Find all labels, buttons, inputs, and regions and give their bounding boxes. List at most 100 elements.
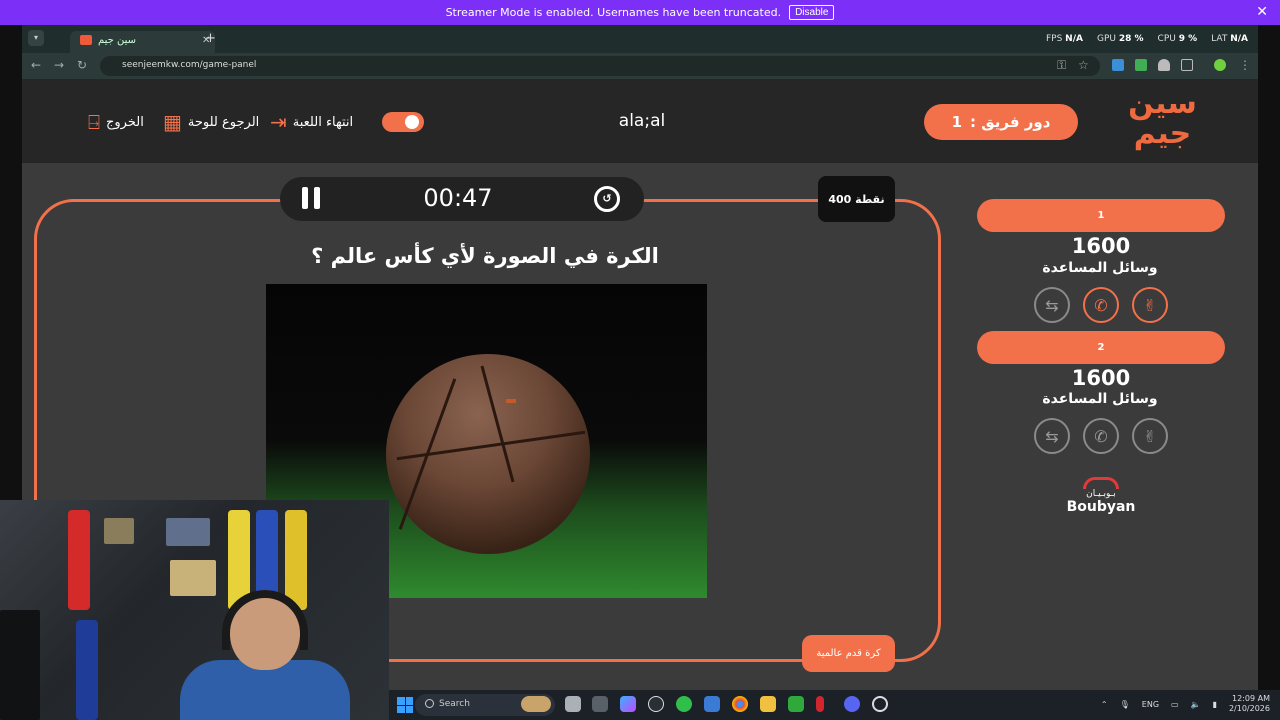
pause-icon[interactable] <box>302 187 322 211</box>
task-view-icon[interactable] <box>565 696 581 712</box>
hand-double-icon[interactable]: ✌ <box>1132 287 1168 323</box>
tab-favicon-icon <box>80 35 92 45</box>
team-2-score: 1600 <box>1071 366 1131 390</box>
clock[interactable]: 12:09 AM 2/10/2026 <box>1229 694 1270 714</box>
sponsor-arc-icon <box>1083 477 1119 489</box>
bookmark-star-icon[interactable]: ☆ <box>1078 58 1089 72</box>
exit-button[interactable]: ⍈ الخروج <box>88 112 144 132</box>
cpu-label: CPU <box>1157 34 1176 44</box>
cpu-value: 9 % <box>1178 34 1198 44</box>
file-explorer-icon[interactable] <box>760 696 776 712</box>
tab-title: سين جيم <box>98 35 137 46</box>
browser-tab-strip: ▾ سين جيم ✕ + FPS N/A GPU 28 % CPU 9 % L… <box>22 25 1258 53</box>
end-game-label: انتهاء اللعبة <box>292 114 354 130</box>
forward-arrow-icon[interactable]: → <box>54 58 64 72</box>
search-highlight-icon[interactable] <box>521 696 551 712</box>
browser-toolbar: ← → ↻ seenjeemkw.com/game-panel ⚿ ☆ ⋮ <box>22 53 1258 79</box>
team-1-name-bar: 1 <box>977 199 1225 232</box>
webcam-overlay <box>0 500 389 720</box>
streamer-person <box>180 590 350 720</box>
phone-friend-icon[interactable]: ✆ <box>1083 418 1119 454</box>
battery-icon[interactable]: ▮ <box>1213 700 1217 709</box>
vintage-football <box>386 354 590 554</box>
lat-value: N/A <box>1230 34 1248 44</box>
swap-question-icon[interactable]: ⇆ <box>1034 418 1070 454</box>
gpu-label: GPU <box>1096 34 1116 44</box>
url-bar[interactable]: seenjeemkw.com/game-panel <box>100 56 1100 76</box>
netflix-icon[interactable] <box>816 696 824 712</box>
fps-value: N/A <box>1065 34 1083 44</box>
sponsor-logo: بـوبـيـان Boubyan <box>1064 477 1138 515</box>
microphone-icon[interactable]: 🎙 <box>1120 700 1130 709</box>
left-frame <box>0 25 22 500</box>
clock-date: 2/10/2026 <box>1228 704 1270 713</box>
fps-readout: FPS N/A <box>1046 34 1083 44</box>
obs-icon[interactable] <box>872 696 888 712</box>
exit-label: الخروج <box>106 114 144 130</box>
team-1-score: 1600 <box>1071 234 1131 258</box>
copilot-icon[interactable] <box>620 696 636 712</box>
url-text: seenjeemkw.com/game-panel <box>122 60 257 70</box>
extensions-puzzle-icon[interactable] <box>1181 59 1193 71</box>
right-frame <box>1258 25 1280 690</box>
extension-icon[interactable] <box>1135 59 1147 71</box>
phone-friend-icon[interactable]: ✆ <box>1083 287 1119 323</box>
windows-taskbar: Search ⌃ 🎙 ENG ▭ 🔈 ▮ 12:09 AM 2/10/2026 <box>389 690 1280 720</box>
swap-question-icon[interactable]: ⇆ <box>1034 287 1070 323</box>
timer-display: 00:47 <box>423 184 493 212</box>
gpu-value: 28 % <box>1118 34 1144 44</box>
hand-double-icon[interactable]: ✌ <box>1132 418 1168 454</box>
sponsor-arabic: بـوبـيـان <box>1086 489 1116 499</box>
browser-menu-icon[interactable]: ⋮ <box>1239 58 1251 72</box>
whatsapp-icon[interactable] <box>676 696 692 712</box>
disable-streamer-button[interactable]: Disable <box>789 5 835 20</box>
xbox-icon[interactable] <box>788 696 804 712</box>
back-arrow-icon[interactable]: ← <box>31 58 41 72</box>
back-to-board-label: الرجوع للوحة <box>187 114 260 130</box>
app-icon[interactable] <box>592 696 608 712</box>
team-turn-value: 1 <box>951 113 963 131</box>
chevron-up-icon[interactable]: ⌃ <box>1101 700 1108 709</box>
close-icon[interactable]: ✕ <box>1256 4 1268 20</box>
logo-line1: سين <box>1128 86 1197 121</box>
system-tray: ⌃ 🎙 ENG ▭ 🔈 ▮ 12:09 AM 2/10/2026 <box>1101 694 1270 714</box>
lat-readout: LAT N/A <box>1211 34 1248 44</box>
shield-icon[interactable] <box>1158 59 1170 71</box>
category-badge: كرة قدم عالمية <box>802 635 895 672</box>
back-to-board-button[interactable]: ▦ الرجوع للوحة <box>163 112 259 132</box>
discord-icon[interactable] <box>844 696 860 712</box>
chatgpt-icon[interactable] <box>648 696 664 712</box>
new-tab-icon[interactable]: + <box>205 31 216 46</box>
language-indicator[interactable]: ENG <box>1142 700 1159 709</box>
team-turn-pill: دور فريق : 1 <box>924 104 1078 140</box>
logo-line2: جيم <box>1133 116 1192 151</box>
fps-label: FPS <box>1045 34 1063 44</box>
profile-avatar[interactable] <box>1214 59 1226 71</box>
sponsor-english: Boubyan <box>1066 499 1136 515</box>
arrow-into-icon: ⇥ <box>270 110 287 134</box>
game-header: سين جيم دور فريق : 1 ala;al ⇥ انتهاء الل… <box>22 79 1258 163</box>
streamer-message: Streamer Mode is enabled. Usernames have… <box>445 6 782 19</box>
lat-label: LAT <box>1211 34 1228 44</box>
extension-icon[interactable] <box>1112 59 1124 71</box>
search-icon <box>425 699 434 708</box>
chrome-icon[interactable] <box>732 696 748 712</box>
reload-icon[interactable]: ↻ <box>77 58 87 72</box>
team-turn-label: دور فريق : <box>970 113 1051 131</box>
password-key-icon[interactable]: ⚿ <box>1057 58 1066 73</box>
seenjeem-logo[interactable]: سين جيم <box>1125 89 1200 157</box>
streamer-mode-bar: Streamer Mode is enabled. Usernames have… <box>0 0 1280 25</box>
toggle-knob <box>405 115 419 129</box>
tab-search-icon[interactable]: ▾ <box>28 30 44 46</box>
player-name: ala;al <box>618 111 666 131</box>
taskbar-search-placeholder: Search <box>439 699 470 709</box>
exit-door-icon: ⍈ <box>88 110 100 134</box>
gpu-readout: GPU 28 % <box>1097 34 1144 44</box>
volume-icon[interactable]: 🔈 <box>1191 700 1201 709</box>
question-text: الكرة في الصورة لأي كأس عالم ؟ <box>311 244 659 268</box>
reset-timer-icon[interactable]: ↺ <box>594 186 620 212</box>
network-icon[interactable]: ▭ <box>1171 700 1179 709</box>
store-icon[interactable] <box>704 696 720 712</box>
windows-start-icon[interactable] <box>397 697 413 713</box>
end-game-button[interactable]: ⇥ انتهاء اللعبة <box>270 112 353 132</box>
